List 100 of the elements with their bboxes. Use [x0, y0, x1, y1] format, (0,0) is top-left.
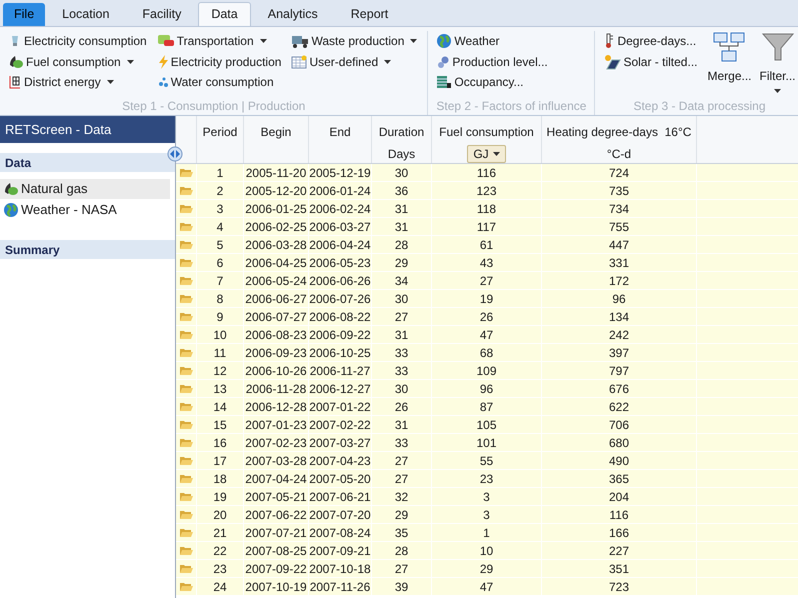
table-cell: 109 — [432, 362, 542, 379]
table-cell: 30 — [372, 380, 432, 397]
folder-icon[interactable] — [179, 293, 193, 304]
file-menu-button[interactable]: File — [3, 3, 46, 26]
table-cell: 2 — [197, 182, 244, 199]
table-cell: 3 — [197, 200, 244, 217]
table-cell: 2006-03-28 — [244, 236, 309, 253]
table-cell: 14 — [197, 398, 244, 415]
table-cell: 2006-10-26 — [244, 362, 309, 379]
table-cell: 30 — [372, 164, 432, 181]
table-cell: 31 — [372, 326, 432, 343]
splitter-handle-icon[interactable] — [167, 146, 183, 162]
table-cell: 118 — [432, 200, 542, 217]
table-cell: 7 — [197, 272, 244, 289]
ribbon-item[interactable]: Electricity consumption — [8, 31, 149, 52]
group-caption: Step 2 - Factors of influence — [436, 98, 586, 115]
table-cell: 18 — [197, 470, 244, 487]
table-cell: 2006-01-25 — [244, 200, 309, 217]
folder-icon[interactable] — [179, 383, 193, 394]
table-cell: 2006-08-22 — [309, 308, 372, 325]
ribbon-item[interactable]: Degree-days... — [603, 31, 700, 52]
table-cell: 1 — [197, 164, 244, 181]
folder-icon[interactable] — [179, 527, 193, 538]
sidebar-item[interactable]: Natural gas — [0, 179, 170, 199]
caret-icon — [260, 39, 267, 44]
table-cell: 2007-05-20 — [309, 470, 372, 487]
ribbon-item[interactable]: Transportation — [156, 31, 284, 52]
folder-icon[interactable] — [179, 473, 193, 484]
ribbon-item[interactable]: District energy — [8, 72, 149, 92]
folder-icon[interactable] — [179, 563, 193, 574]
caret-icon — [410, 39, 418, 44]
table-cell: 19 — [197, 488, 244, 505]
ribbon-item[interactable]: Occupancy... — [436, 72, 550, 92]
table-cell: 2007-10-19 — [244, 578, 309, 595]
sidebar-item[interactable]: Weather - NASA — [0, 200, 170, 220]
table-cell: 365 — [542, 470, 697, 487]
ribbon-large-button[interactable]: Filter... — [760, 31, 796, 97]
ribbon-tab[interactable]: Data — [198, 2, 251, 26]
table-cell: 15 — [197, 416, 244, 433]
folder-icon[interactable] — [179, 275, 193, 286]
folder-icon[interactable] — [179, 401, 193, 412]
table-cell: 35 — [372, 524, 432, 541]
table-cell: 27 — [372, 308, 432, 325]
folder-icon[interactable] — [179, 203, 193, 214]
table-cell: 2007-06-22 — [244, 506, 309, 523]
folder-icon[interactable] — [179, 509, 193, 520]
table-cell: 26 — [432, 308, 542, 325]
table-cell: 2006-09-22 — [309, 326, 372, 343]
table-cell: 34 — [372, 272, 432, 289]
thermometer-icon — [603, 33, 616, 50]
table-cell: 26 — [372, 398, 432, 415]
ribbon-item[interactable]: Fuel consumption — [8, 52, 149, 72]
table-cell: 2006-02-25 — [244, 218, 309, 235]
table-cell: 29 — [372, 506, 432, 523]
ribbon-item[interactable]: Waste production — [291, 31, 420, 52]
ribbon-tab[interactable]: Location — [46, 3, 126, 26]
table-cell: 47 — [432, 578, 542, 595]
folder-icon[interactable] — [179, 491, 193, 502]
table-cell: 27 — [372, 452, 432, 469]
folder-icon[interactable] — [179, 455, 193, 466]
table-cell: 28 — [372, 542, 432, 559]
globe-icon — [436, 33, 452, 50]
folder-icon[interactable] — [179, 437, 193, 448]
folder-icon[interactable] — [179, 545, 193, 556]
folder-icon[interactable] — [179, 311, 193, 322]
ribbon-tab[interactable]: Analytics — [252, 3, 334, 26]
table-cell: 2005-11-20 — [244, 164, 309, 181]
table-cell: 2006-06-27 — [244, 290, 309, 307]
table-cell: 676 — [542, 380, 697, 397]
ribbon-item[interactable]: Production level... — [436, 52, 550, 72]
ribbon-item[interactable]: Solar - tilted... — [603, 52, 700, 72]
ribbon-item[interactable]: User-defined — [291, 52, 420, 72]
table-cell: 3 — [432, 488, 542, 505]
ribbon-tab[interactable]: Facility — [126, 3, 198, 26]
folder-icon[interactable] — [179, 581, 193, 592]
table-cell: 331 — [542, 254, 697, 271]
table-cell: 2007-10-18 — [309, 560, 372, 577]
ribbon-item[interactable]: Water consumption — [156, 72, 284, 92]
ribbon-large-button[interactable]: Merge... — [707, 31, 752, 97]
folder-icon[interactable] — [179, 239, 193, 250]
folder-icon[interactable] — [179, 257, 193, 268]
folder-icon[interactable] — [179, 347, 193, 358]
folder-icon[interactable] — [179, 329, 193, 340]
ribbon-item[interactable]: Electricity production — [156, 52, 284, 72]
folder-icon[interactable] — [179, 221, 193, 232]
ribbon-tab[interactable]: Report — [334, 3, 404, 26]
folder-icon[interactable] — [179, 185, 193, 196]
unit-dropdown[interactable]: GJ — [467, 145, 506, 163]
folder-icon[interactable] — [179, 365, 193, 376]
table-cell: 397 — [542, 344, 697, 361]
table-cell: 2007-11-26 — [309, 578, 372, 595]
table-cell: 2006-07-27 — [244, 308, 309, 325]
folder-icon[interactable] — [179, 167, 193, 178]
ribbon-item[interactable]: Weather — [436, 31, 550, 52]
folder-icon[interactable] — [179, 419, 193, 430]
table-cell: 101 — [432, 434, 542, 451]
table-cell: 227 — [542, 542, 697, 559]
table-cell: 2006-11-28 — [244, 380, 309, 397]
table-cell: 351 — [542, 560, 697, 577]
table-cell: 2006-01-24 — [309, 182, 372, 199]
